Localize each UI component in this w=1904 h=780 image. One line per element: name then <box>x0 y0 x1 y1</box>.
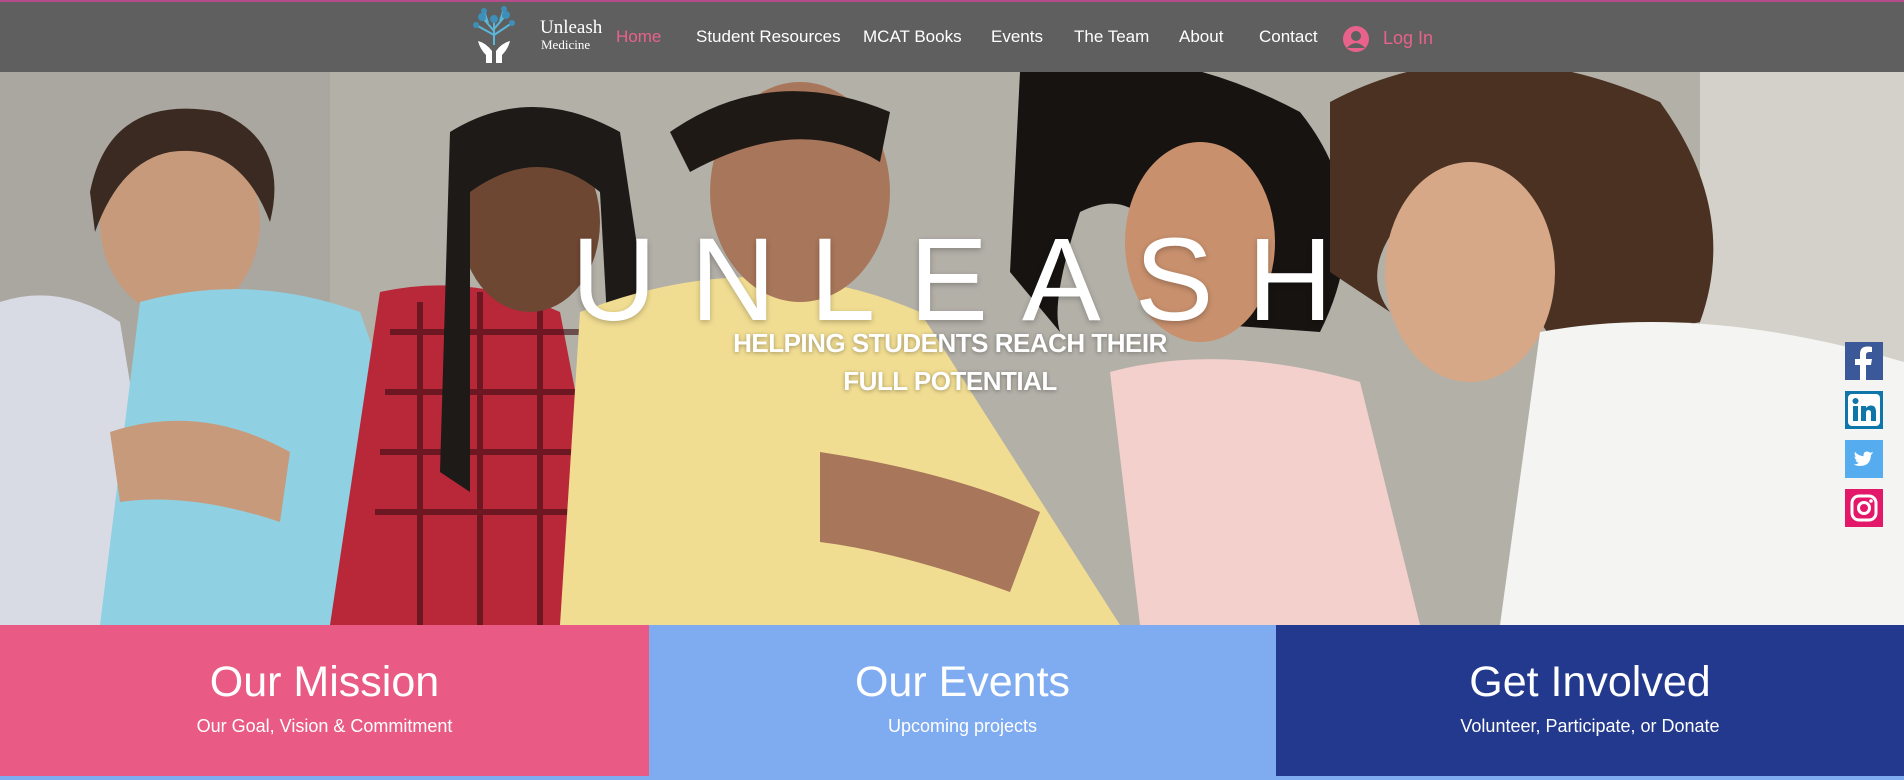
panel-title: Our Events <box>854 658 1071 706</box>
nav-item-the-team[interactable]: The Team <box>1074 27 1149 47</box>
user-avatar-icon <box>1343 26 1369 52</box>
nav-item-about[interactable]: About <box>1179 27 1223 47</box>
twitter-icon[interactable] <box>1845 440 1883 478</box>
hero-banner: UNLEASH HELPING STUDENTS REACH THEIR FUL… <box>0 72 1904 625</box>
instagram-icon[interactable] <box>1845 489 1883 527</box>
panel-title: Get Involved <box>1469 658 1711 706</box>
panel-our-events[interactable]: Our Events Upcoming projects <box>649 625 1276 776</box>
hero-subtitle: HELPING STUDENTS REACH THEIR FULL POTENT… <box>733 328 1167 396</box>
panel-subtitle: Our Goal, Vision & Commitment <box>196 716 453 736</box>
social-bar <box>1845 342 1883 538</box>
top-nav-bar: Unleash Medicine Home Student Resources … <box>0 0 1904 72</box>
panel-get-involved[interactable]: Get Involved Volunteer, Participate, or … <box>1276 625 1904 776</box>
facebook-icon[interactable] <box>1845 342 1883 380</box>
linkedin-icon[interactable] <box>1845 391 1883 429</box>
main-nav: Home Student Resources MCAT Books Events… <box>0 2 1904 72</box>
panel-subtitle: Volunteer, Participate, or Donate <box>1460 716 1720 736</box>
bottom-divider <box>0 776 1904 780</box>
nav-item-events[interactable]: Events <box>991 27 1043 47</box>
nav-item-mcat-books[interactable]: MCAT Books <box>863 27 962 47</box>
panel-subtitle: Upcoming projects <box>887 716 1038 736</box>
login-label: Log In <box>1383 28 1434 48</box>
nav-item-home[interactable]: Home <box>616 27 661 47</box>
panel-our-mission[interactable]: Our Mission Our Goal, Vision & Commitmen… <box>0 625 649 776</box>
nav-item-student-resources[interactable]: Student Resources <box>696 27 841 47</box>
nav-item-contact[interactable]: Contact <box>1259 27 1318 47</box>
panel-title: Our Mission <box>209 658 440 706</box>
